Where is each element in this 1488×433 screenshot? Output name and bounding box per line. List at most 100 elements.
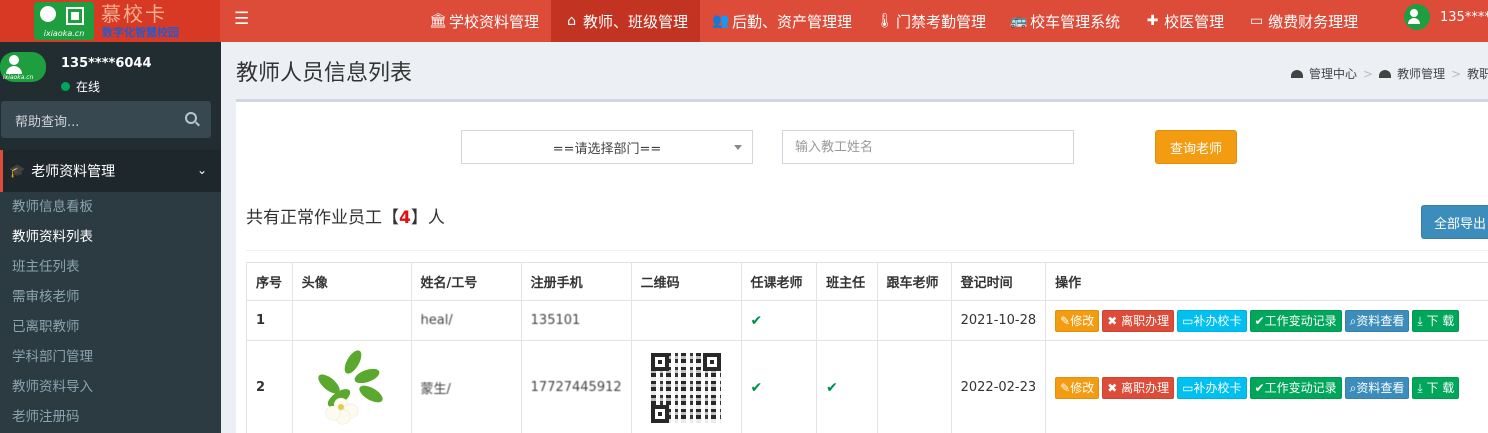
resign-button[interactable]: ✖ 离职办理 [1102,309,1175,332]
brand-title: 慕校卡 [101,2,167,26]
col-header-phone: 注册手机 [520,262,632,301]
check-icon: ✔ [826,379,838,396]
resign-button[interactable]: ✖ 离职办理 [1102,376,1175,399]
check-icon: ✔ [750,312,763,329]
dashboard-icon [1379,69,1392,78]
row-date: 2021-10-28 [950,300,1047,341]
row-bus-teacher [876,340,952,433]
sidebar: ixiaoka.cn 135****6044 在线 帮助查询... 🎓 老师资料… [0,42,221,433]
brand-logo[interactable]: ixiaoka.cn 慕校卡 数字化智慧校园 [0,0,220,42]
logo-badge-icon: ixiaoka.cn [34,2,94,40]
row-actions: ✎修改 ✖ 离职办理 ▭补办校卡 ✔工作变动记录 ⌕资料查看 ⤓ 下 载 [1045,300,1488,341]
nav-item-access[interactable]: 🌡 门禁考勤管理 [864,0,998,42]
breadcrumb-home[interactable]: 管理中心 [1309,65,1357,82]
sidebar-search-input[interactable]: 帮助查询... [1,101,211,138]
bank-icon: 🏛 [429,13,447,29]
col-header-avatar: 头像 [291,262,412,301]
status-dot-icon [61,82,70,91]
dashboard-icon [1291,69,1303,78]
bus-icon: 🚌 [1010,13,1028,29]
id-card-icon: ▭ [1182,380,1194,395]
qr-code-image[interactable] [650,352,721,423]
department-select[interactable]: ==请选择部门== [461,130,753,164]
download-button[interactable]: ⤓ 下 载 [1412,309,1460,332]
reissue-card-button[interactable]: ▭补办校卡 [1177,309,1247,332]
row-phone: 135101 [520,300,632,341]
col-header-head-teacher: 班主任 [816,262,878,301]
nav-item-logistics[interactable]: 👥 后勤、资产管理理 [700,0,864,42]
sidebar-item-head-teachers[interactable]: 班主任列表 [0,252,221,282]
plus-icon: ✚ [1146,13,1159,29]
row-qrcode [630,340,742,433]
row-avatar [291,300,412,341]
check-circle-icon: ✔ [1254,380,1265,395]
nav-item-bus[interactable]: 🚌 校车管理系统 [998,0,1132,42]
sidebar-item-import[interactable]: 教师资料导入 [0,372,221,402]
work-log-button[interactable]: ✔工作变动记录 [1249,376,1342,399]
sidebar-user-panel: ixiaoka.cn 135****6044 在线 [0,42,221,100]
col-header-name: 姓名/工号 [410,262,522,301]
sidebar-section-teacher-data[interactable]: 🎓 老师资料管理 ⌄ [0,150,221,192]
row-head-teacher: ✔ [816,340,878,433]
col-header-actions: 操作 [1045,262,1488,301]
breadcrumb-current: 教职 [1467,67,1488,81]
row-no: 2 [246,340,293,433]
sidebar-user-name: 135****6044 [61,56,152,71]
sidebar-item-reg-code[interactable]: 老师注册码 [0,402,221,432]
sidebar-item-dashboard[interactable]: 教师信息看板 [0,192,221,222]
row-phone: 17727445912 [520,340,632,433]
sidebar-item-resigned[interactable]: 已离职教师 [0,312,221,342]
breadcrumb-teachers[interactable]: 教师管理 [1397,65,1445,82]
sidebar-item-teacher-list[interactable]: 教师资料列表 [0,222,221,252]
pencil-icon: ✎ [1060,313,1071,328]
row-avatar [291,340,412,433]
check-icon: ✔ [750,379,763,396]
check-circle-icon: ✔ [1254,313,1265,328]
sidebar-toggle-icon[interactable]: ☰ [234,9,250,29]
top-navbar: ixiaoka.cn 慕校卡 数字化智慧校园 ☰ 🏛 学校资料管理 ⌂ 教师、班级管… [0,0,1488,42]
nav-item-finance[interactable]: ▭ 缴费财务理理 [1236,0,1370,42]
nav-item-teachers[interactable]: ⌂ 教师、班级管理 [551,0,701,42]
close-icon: ✖ [1107,380,1122,395]
teacher-name-input[interactable] [782,130,1074,164]
nav-item-clinic[interactable]: ✚ 校医管理 [1132,0,1236,42]
row-actions: ✎修改 ✖ 离职办理 ▭补办校卡 ✔工作变动记录 ⌕资料查看 ⤓ 下 载 [1045,340,1488,433]
id-card-icon: ▭ [1249,13,1264,29]
pencil-icon: ✎ [1060,380,1071,395]
search-icon[interactable] [185,112,197,124]
row-teacher: ✔ [740,300,818,341]
caret-down-icon [734,145,742,150]
user-menu[interactable]: 135****6 [1404,4,1488,30]
content-box: ==请选择部门== 查询老师 共有正常作业员工【4】人 全部导出 序号 头像 姓… [236,99,1488,433]
col-header-bus-teacher: 跟车老师 [876,262,952,301]
page-title: 教师人员信息列表 [236,61,413,86]
download-button[interactable]: ⤓ 下 载 [1412,376,1460,399]
reissue-card-button[interactable]: ▭补办校卡 [1177,376,1247,399]
avatar [1404,4,1430,30]
avatar-image[interactable] [314,347,394,428]
chevron-down-icon: ⌄ [196,163,207,177]
sidebar-item-pending-review[interactable]: 需审核老师 [0,282,221,312]
export-all-button[interactable]: 全部导出 [1421,205,1488,239]
row-date: 2022-02-23 [950,340,1047,433]
employee-count: 共有正常作业员工【4】人 [246,208,445,228]
sidebar-submenu: 教师信息看板 教师资料列表 班主任列表 需审核老师 已离职教师 学科部门管理 教… [0,192,221,433]
brand-subtitle: 数字化智慧校园 [102,26,179,39]
query-teacher-button[interactable]: 查询老师 [1155,130,1237,164]
row-bus-teacher [876,300,952,341]
users-icon: 👥 [712,13,730,29]
sidebar-item-departments[interactable]: 学科部门管理 [0,342,221,372]
work-log-button[interactable]: ✔工作变动记录 [1249,309,1342,332]
edit-button[interactable]: ✎修改 [1055,376,1100,399]
view-profile-button[interactable]: ⌕资料查看 [1344,376,1410,399]
view-profile-button[interactable]: ⌕资料查看 [1344,309,1410,332]
online-status: 在线 [61,78,100,95]
col-header-qrcode: 二维码 [630,262,742,301]
edit-button[interactable]: ✎修改 [1055,309,1100,332]
row-no: 1 [246,300,293,341]
nav-item-school[interactable]: 🏛 学校资料管理 [417,0,551,42]
main-content: 教师人员信息列表 管理中心 > 教师管理 > 教职 ==请选择部门== 查询老师… [221,42,1488,433]
divider [246,250,1488,251]
teacher-table: 序号 头像 姓名/工号 注册手机 二维码 任课老师 班主任 跟车老师 登记时间 … [246,262,1488,433]
col-header-teacher: 任课老师 [740,262,818,301]
